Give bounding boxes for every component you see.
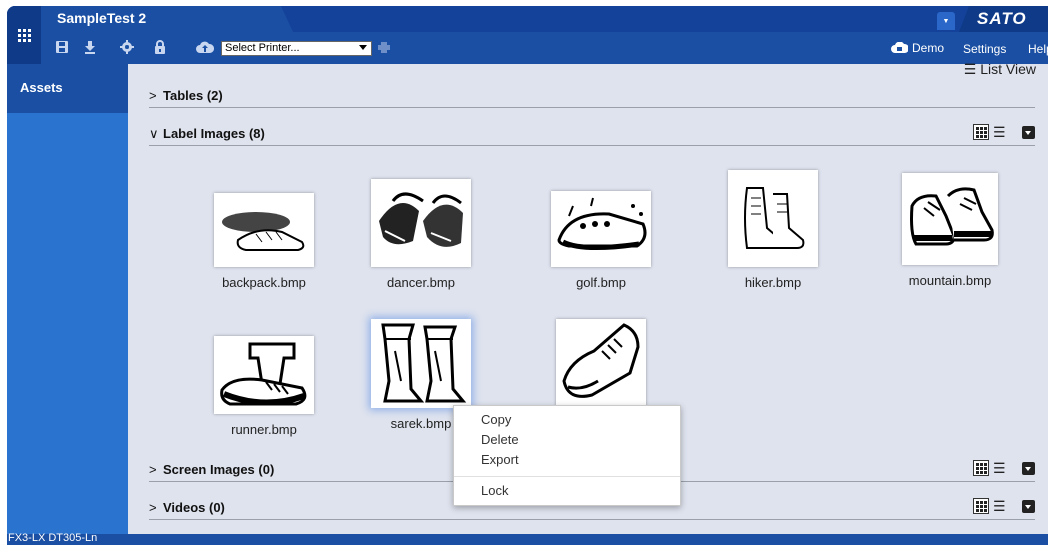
dance-shoes-image [371,179,471,267]
status-text: FX3-LX DT305-Ln [8,532,98,544]
settings-link[interactable]: Settings [963,42,1006,56]
sneaker-image [214,193,314,267]
cloud-upload-icon[interactable] [196,39,214,55]
chevron-down-icon: ∨ [149,126,159,141]
section-title: Screen Images (0) [163,462,275,477]
print-icon[interactable] [376,39,392,55]
section-title: Videos (0) [163,500,225,515]
download-icon[interactable] [82,39,98,55]
status-bar: FX3-LX DT305-Ln [7,532,1048,545]
image-tile[interactable]: backpack.bmp [189,193,339,290]
image-tile[interactable] [526,319,676,415]
help-link[interactable]: Help [1028,42,1048,56]
section-header: > Tables (2) [149,88,223,103]
chevron-right-icon: > [149,462,157,477]
account-dropdown-button[interactable]: ▼ [937,12,955,30]
top-toolbar: SampleTest 2 Select Printer... ▼ SATO De… [7,6,1048,64]
menu-item-lock[interactable]: Lock [481,483,508,498]
section-title: Label Images (8) [163,126,265,141]
image-name: golf.bmp [576,275,626,290]
list-view-icon[interactable]: ☰ [993,498,1009,514]
chevron-right-icon: > [149,500,157,515]
image-name: mountain.bmp [908,273,992,288]
printer-select[interactable]: Select Printer... [221,41,372,56]
logo-text: SATO [977,9,1027,28]
section-label-images[interactable]: ∨ Label Images (8) ☰ [149,124,1035,146]
document-title: SampleTest 2 [57,10,147,26]
running-shoe-image [214,336,314,414]
import-icon[interactable] [1022,499,1035,513]
menu-item-export[interactable]: Export [481,452,519,467]
image-name: backpack.bmp [222,275,306,290]
printer-select-value: Select Printer... [225,42,300,54]
image-name: hiker.bmp [744,275,802,290]
section-title: Tables (2) [163,88,223,103]
chevron-right-icon: > [149,88,157,103]
golf-shoe-image [551,191,651,267]
menu-item-copy[interactable]: Copy [481,412,511,427]
view-tools: ☰ [973,498,1035,514]
import-icon[interactable] [1022,125,1035,139]
list-view-icon[interactable]: ☰ [993,460,1009,476]
grid-menu-icon [17,28,31,42]
demo-label: Demo [912,41,945,55]
image-tile[interactable]: golf.bmp [526,191,676,290]
section-tables[interactable]: > Tables (2) [149,86,1035,108]
list-view-icon[interactable]: ☰ [993,124,1009,140]
app-menu-button[interactable] [7,6,41,64]
chevron-down-icon [359,45,367,50]
save-icon[interactable] [54,39,70,55]
grid-view-icon[interactable] [973,498,989,514]
mountain-boots-image [902,173,998,265]
context-menu: Copy Delete Export Lock [453,405,681,506]
section-header: > Videos (0) [149,500,225,515]
import-icon[interactable] [1022,461,1035,475]
sidebar: Assets [7,64,128,534]
grid-view-icon[interactable] [973,460,989,476]
image-tile[interactable]: runner.bmp [189,336,339,437]
dress-shoe-image [556,319,646,407]
tall-boots-image [371,319,471,408]
image-tile[interactable]: dancer.bmp [346,179,496,290]
sidebar-item-assets[interactable]: Assets [7,64,128,113]
list-view-toggle[interactable]: ☰ List View [964,61,1036,78]
menu-item-delete[interactable]: Delete [481,432,519,447]
section-header: ∨ Label Images (8) [149,126,265,142]
hiking-boots-image [728,170,818,267]
lock-icon[interactable] [152,39,168,55]
sidebar-item-label: Assets [20,80,63,95]
demo-button[interactable]: Demo [891,41,944,55]
menu-divider [454,476,680,477]
gear-icon[interactable] [119,39,135,55]
cloud-icon [891,42,908,53]
sato-logo: SATO [959,6,1048,32]
image-tile[interactable]: mountain.bmp [875,173,1025,288]
view-tools: ☰ [973,460,1035,476]
view-tools: ☰ [973,124,1035,140]
image-tile[interactable]: hiker.bmp [698,170,848,290]
image-name: runner.bmp [231,422,297,437]
section-header: > Screen Images (0) [149,462,274,477]
image-name: dancer.bmp [387,275,455,290]
grid-view-icon[interactable] [973,124,989,140]
